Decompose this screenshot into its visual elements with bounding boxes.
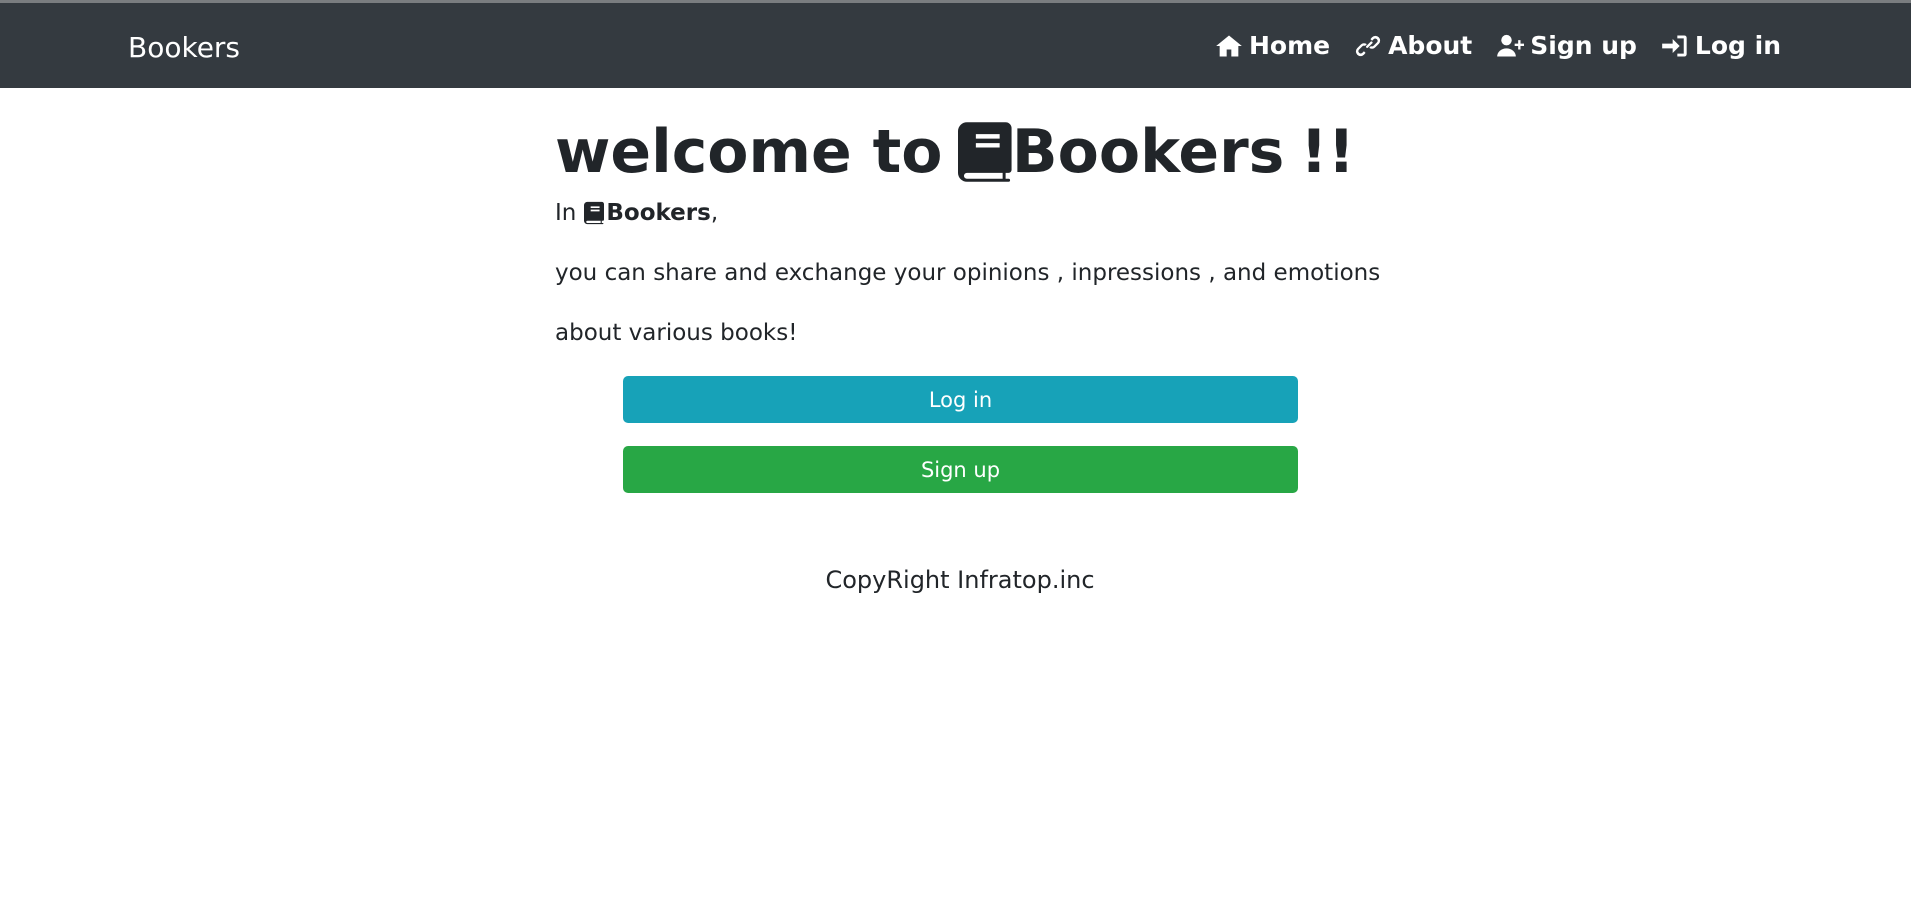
book-icon [584,201,605,225]
headline-prefix: welcome to [555,117,943,187]
nav-login-label: Log in [1694,31,1781,60]
link-icon [1355,35,1381,57]
intro-line: In Bookers , [555,196,1355,230]
headline-brand: Bookers [1011,117,1285,187]
nav-about-link[interactable]: About [1354,27,1472,65]
nav-links: Home About Sign up Log in [1215,27,1781,65]
headline-suffix: !! [1300,117,1355,187]
login-button[interactable]: Log in [623,376,1298,423]
intro-brand: Bookers [606,200,711,226]
nav-login-link[interactable]: Log in [1661,27,1781,65]
sign-in-icon [1662,35,1687,57]
description-line-2: about various books! [555,320,798,346]
nav-about-label: About [1388,31,1473,60]
main-content: welcome to Bookers !! In Bookers , you c… [555,108,1381,350]
user-plus-icon [1497,34,1525,57]
nav-home-label: Home [1248,31,1331,60]
signup-button[interactable]: Sign up [623,446,1298,493]
footer: CopyRight Infratop.inc [0,566,1911,594]
page-title: welcome to Bookers !! [555,108,1355,196]
navbar: Bookers Home About Sign up Log in [0,3,1911,88]
description-line: you can share and exchange your opinions… [555,260,1381,286]
book-icon [958,122,1012,182]
footer-copyright: CopyRight Infratop.inc [825,566,1095,594]
intro-suffix: , [710,200,719,226]
nav-signup-label: Sign up [1530,31,1637,60]
brand-link[interactable]: Bookers [128,28,240,68]
nav-signup-link[interactable]: Sign up [1496,27,1637,65]
home-icon [1216,35,1242,57]
intro-prefix: In [555,200,577,226]
nav-home-link[interactable]: Home [1215,27,1330,65]
